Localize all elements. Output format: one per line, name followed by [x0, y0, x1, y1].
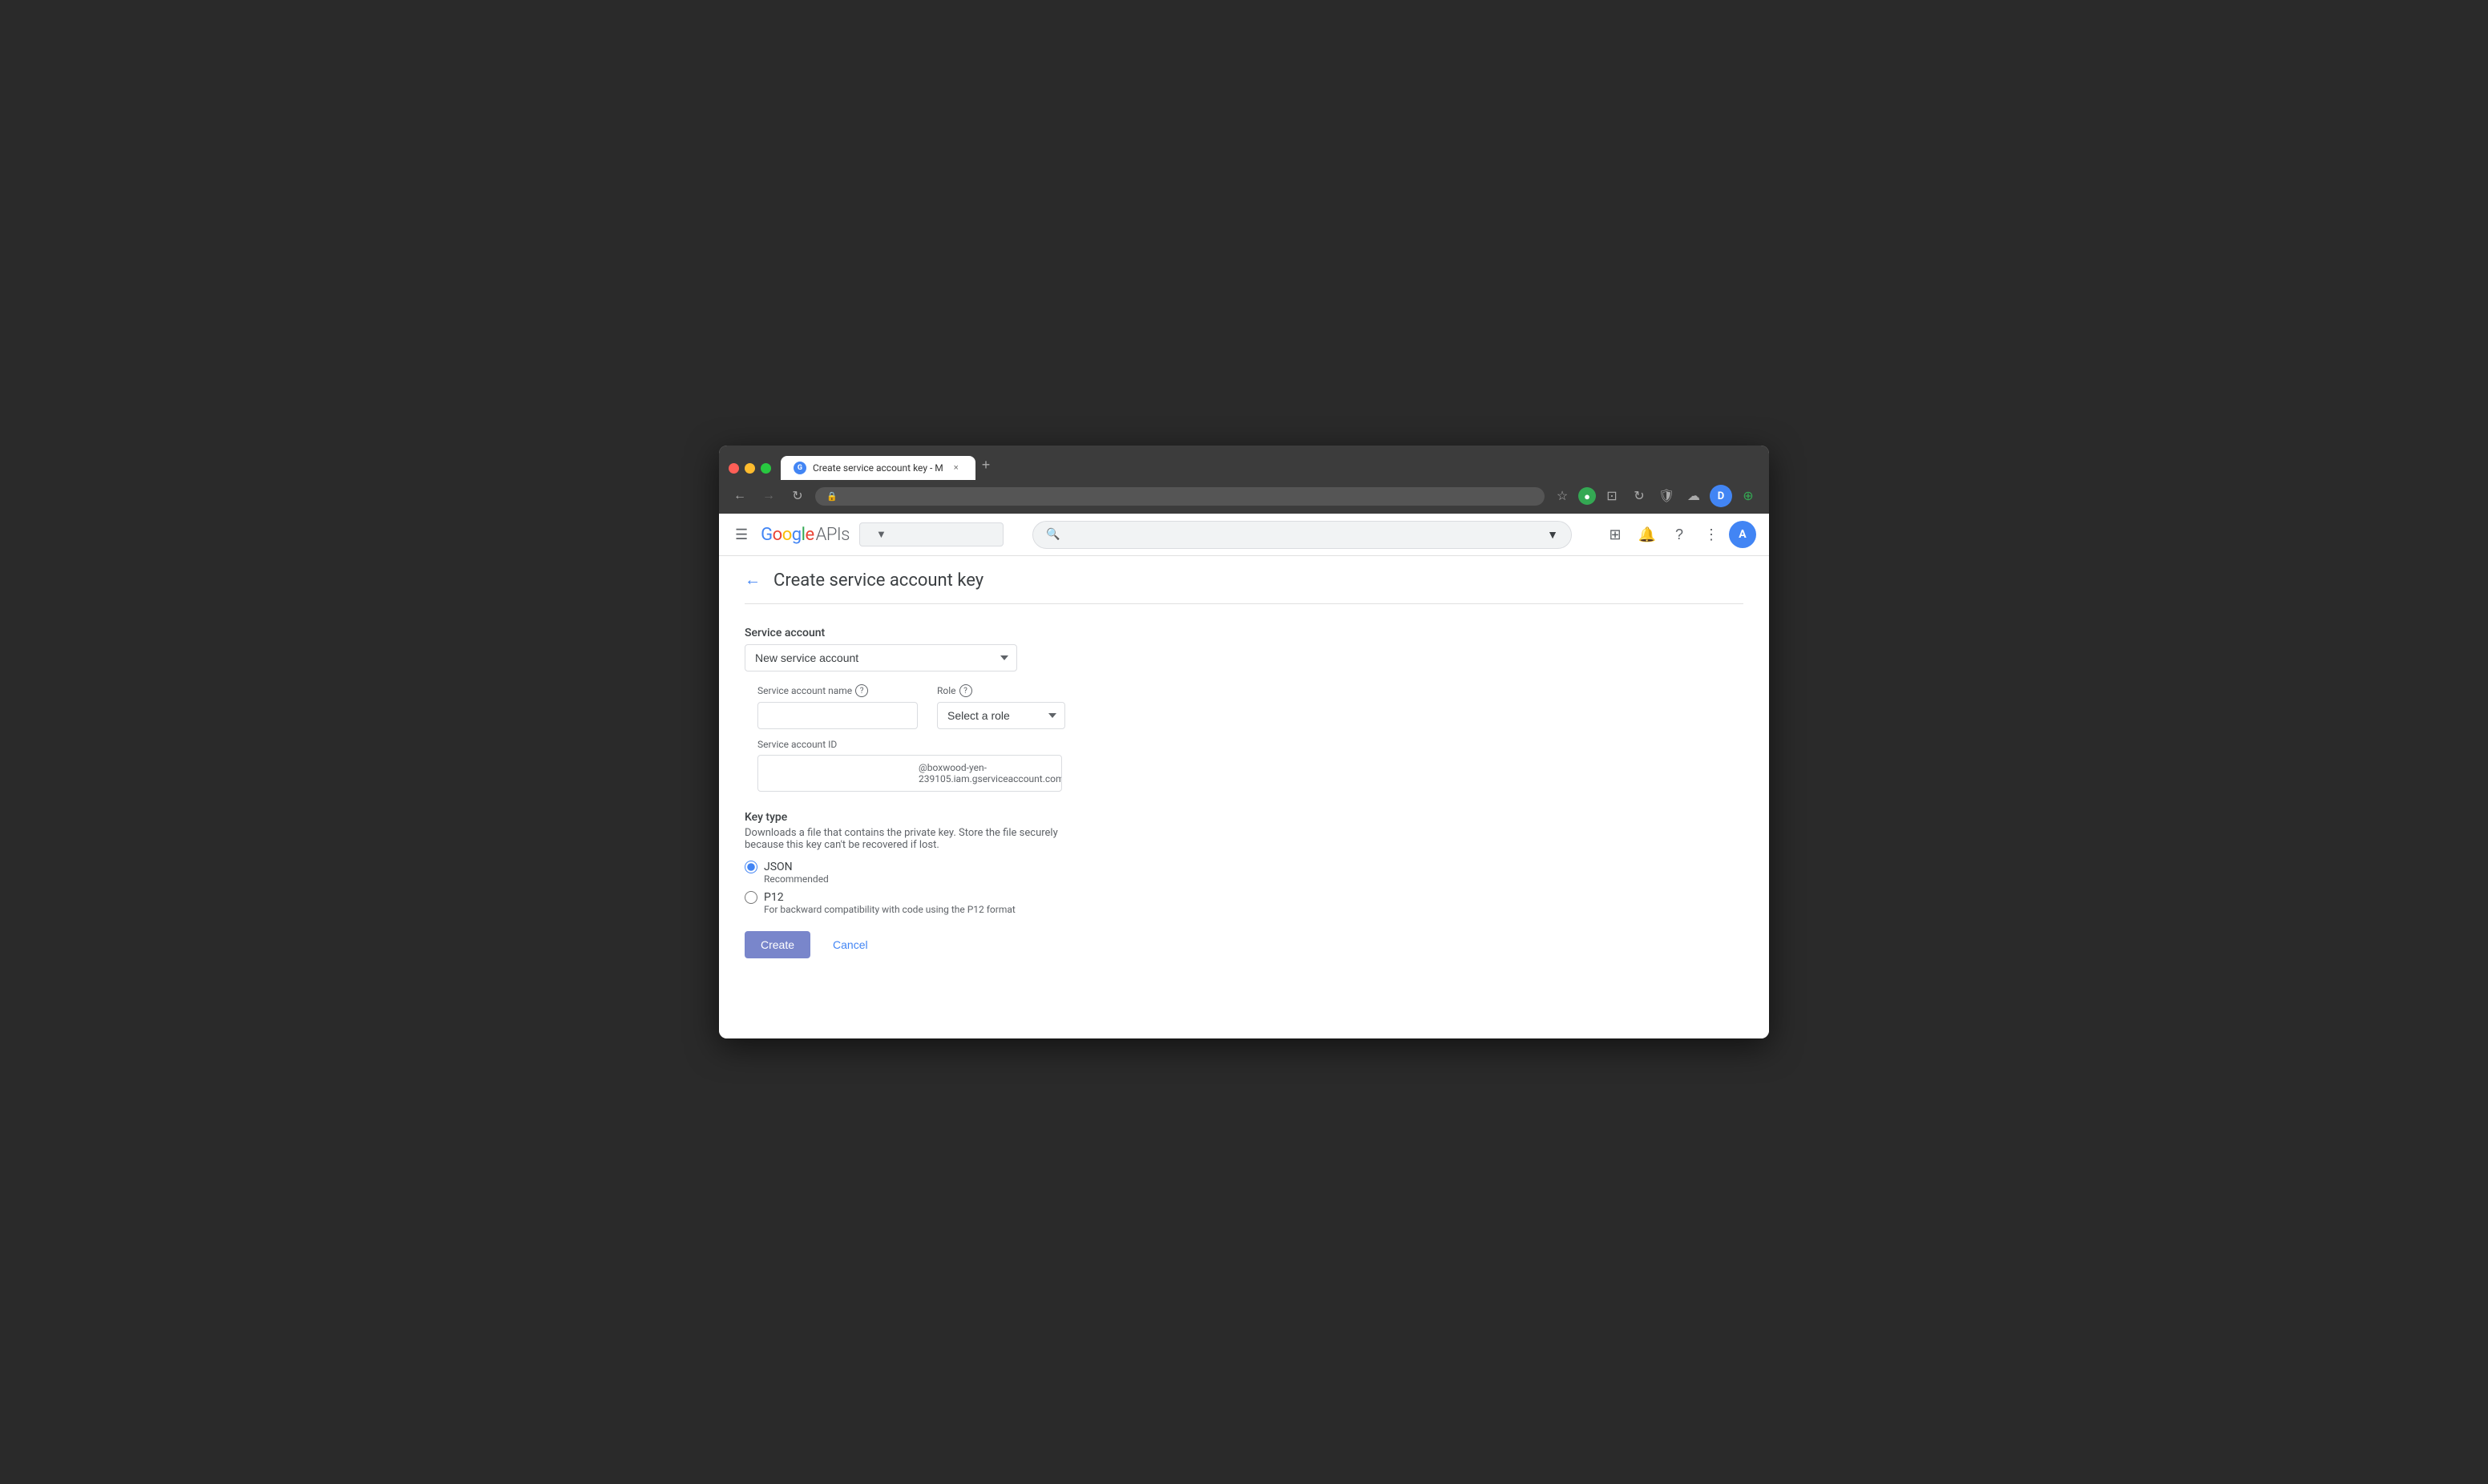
tab-close-button[interactable]: × [950, 462, 963, 474]
tab-title: Create service account key - M [813, 462, 943, 474]
role-select[interactable]: Select a role [937, 702, 1065, 729]
window-minimize-button[interactable] [745, 463, 755, 474]
key-type-title: Key type [745, 811, 1743, 824]
p12-label-text: P12 [764, 891, 784, 904]
role-label-row: Role ? [937, 684, 1065, 697]
service-id-row: Service account ID @boxwood-yen-239105.i… [757, 739, 1743, 792]
p12-radio-option: P12 For backward compatibility with code… [745, 891, 1743, 915]
p12-sublabel: For backward compatibility with code usi… [764, 904, 1743, 915]
back-nav-button[interactable]: ← [729, 485, 751, 507]
json-radio-option: JSON Recommended [745, 861, 1743, 885]
hamburger-menu-button[interactable]: ☰ [732, 523, 751, 546]
search-bar[interactable]: 🔍 ▼ [1032, 521, 1572, 549]
logo-g2: g [792, 525, 802, 545]
service-account-select[interactable]: New service account [745, 644, 1017, 671]
key-type-description: Downloads a file that contains the priva… [745, 827, 1065, 851]
cloud-button[interactable]: ☁ [1682, 485, 1705, 507]
tab-favicon: G [794, 462, 806, 474]
service-id-input-wrap: @boxwood-yen-239105.iam.gserviceaccount.… [757, 755, 1062, 792]
apis-text: APIs [816, 525, 850, 545]
name-role-row: Service account name ? Role ? Select a r… [757, 684, 1743, 729]
json-label-text: JSON [764, 861, 793, 873]
reload-button[interactable]: ↻ [786, 485, 809, 507]
role-help-icon[interactable]: ? [959, 684, 972, 697]
service-account-field: Service account New service account [745, 627, 1743, 671]
lock-icon: 🔒 [826, 491, 838, 502]
chrome-refresh-button[interactable]: ↻ [1628, 485, 1650, 507]
forward-nav-button[interactable]: → [757, 485, 780, 507]
bookmark-button[interactable]: ☆ [1551, 485, 1573, 507]
service-account-name-label-row: Service account name ? [757, 684, 918, 697]
apps-button[interactable]: ⊞ [1601, 520, 1630, 549]
header-actions: ⊞ 🔔 ? ⋮ A [1601, 520, 1756, 549]
window-close-button[interactable] [729, 463, 739, 474]
action-buttons: Create Cancel [745, 931, 1743, 958]
p12-radio-input[interactable] [745, 891, 757, 904]
cancel-button[interactable]: Cancel [820, 931, 881, 958]
logo-g: G [761, 525, 773, 545]
service-id-label: Service account ID [757, 739, 837, 750]
browser-tab-active[interactable]: G Create service account key - M × [781, 456, 975, 480]
shield-button[interactable]: 🛡 [1655, 485, 1678, 507]
role-field: Role ? Select a role [937, 684, 1065, 729]
service-id-suffix: @boxwood-yen-239105.iam.gserviceaccount.… [915, 756, 1062, 791]
google-apis-logo: Google APIs [761, 525, 850, 545]
gapi-header: ☰ Google APIs ▼ 🔍 ▼ ⊞ 🔔 ? ⋮ A [719, 514, 1769, 556]
notification-button[interactable]: 🔔 [1633, 520, 1662, 549]
project-dropdown-icon: ▼ [876, 528, 887, 541]
project-selector[interactable]: ▼ [859, 522, 1004, 546]
address-bar[interactable]: 🔒 [815, 487, 1545, 506]
service-account-name-field: Service account name ? [757, 684, 918, 729]
service-id-input[interactable] [758, 761, 915, 786]
extension-button[interactable]: ● [1578, 487, 1596, 505]
service-account-label: Service account [745, 627, 825, 639]
user-avatar[interactable]: A [1729, 521, 1756, 548]
name-help-icon[interactable]: ? [855, 684, 868, 697]
more-options-button[interactable]: ⋮ [1697, 520, 1726, 549]
page-back-button[interactable]: ← [745, 571, 761, 590]
json-radio-input[interactable] [745, 861, 757, 873]
page-content: ← Create service account key Service acc… [719, 556, 1769, 1038]
key-type-section: Key type Downloads a file that contains … [745, 811, 1743, 915]
new-tab-button[interactable]: + [975, 454, 997, 480]
window-maximize-button[interactable] [761, 463, 771, 474]
help-button[interactable]: ? [1665, 520, 1694, 549]
logo-e: e [805, 525, 814, 545]
json-radio-label[interactable]: JSON [745, 861, 1743, 873]
page-title: Create service account key [773, 571, 983, 591]
page-header: ← Create service account key [745, 556, 1743, 604]
search-icon: 🔍 [1046, 528, 1060, 541]
browser-profile-avatar[interactable]: D [1710, 485, 1732, 507]
p12-radio-label[interactable]: P12 [745, 891, 1743, 904]
extension-add-button[interactable]: ⊕ [1737, 485, 1759, 507]
logo-o2: o [782, 525, 792, 545]
json-sublabel: Recommended [764, 873, 1743, 885]
form-section: Service account New service account Serv… [745, 604, 1743, 981]
role-label: Role [937, 685, 956, 696]
logo-o1: o [773, 525, 782, 545]
header-search: 🔍 ▼ [1032, 521, 1572, 549]
service-id-label-row: Service account ID [757, 739, 1743, 750]
service-account-name-input[interactable] [757, 702, 918, 729]
service-account-name-label: Service account name [757, 685, 852, 696]
search-dropdown-icon: ▼ [1547, 528, 1558, 542]
create-button[interactable]: Create [745, 931, 810, 958]
cast-button[interactable]: ⊡ [1601, 485, 1623, 507]
